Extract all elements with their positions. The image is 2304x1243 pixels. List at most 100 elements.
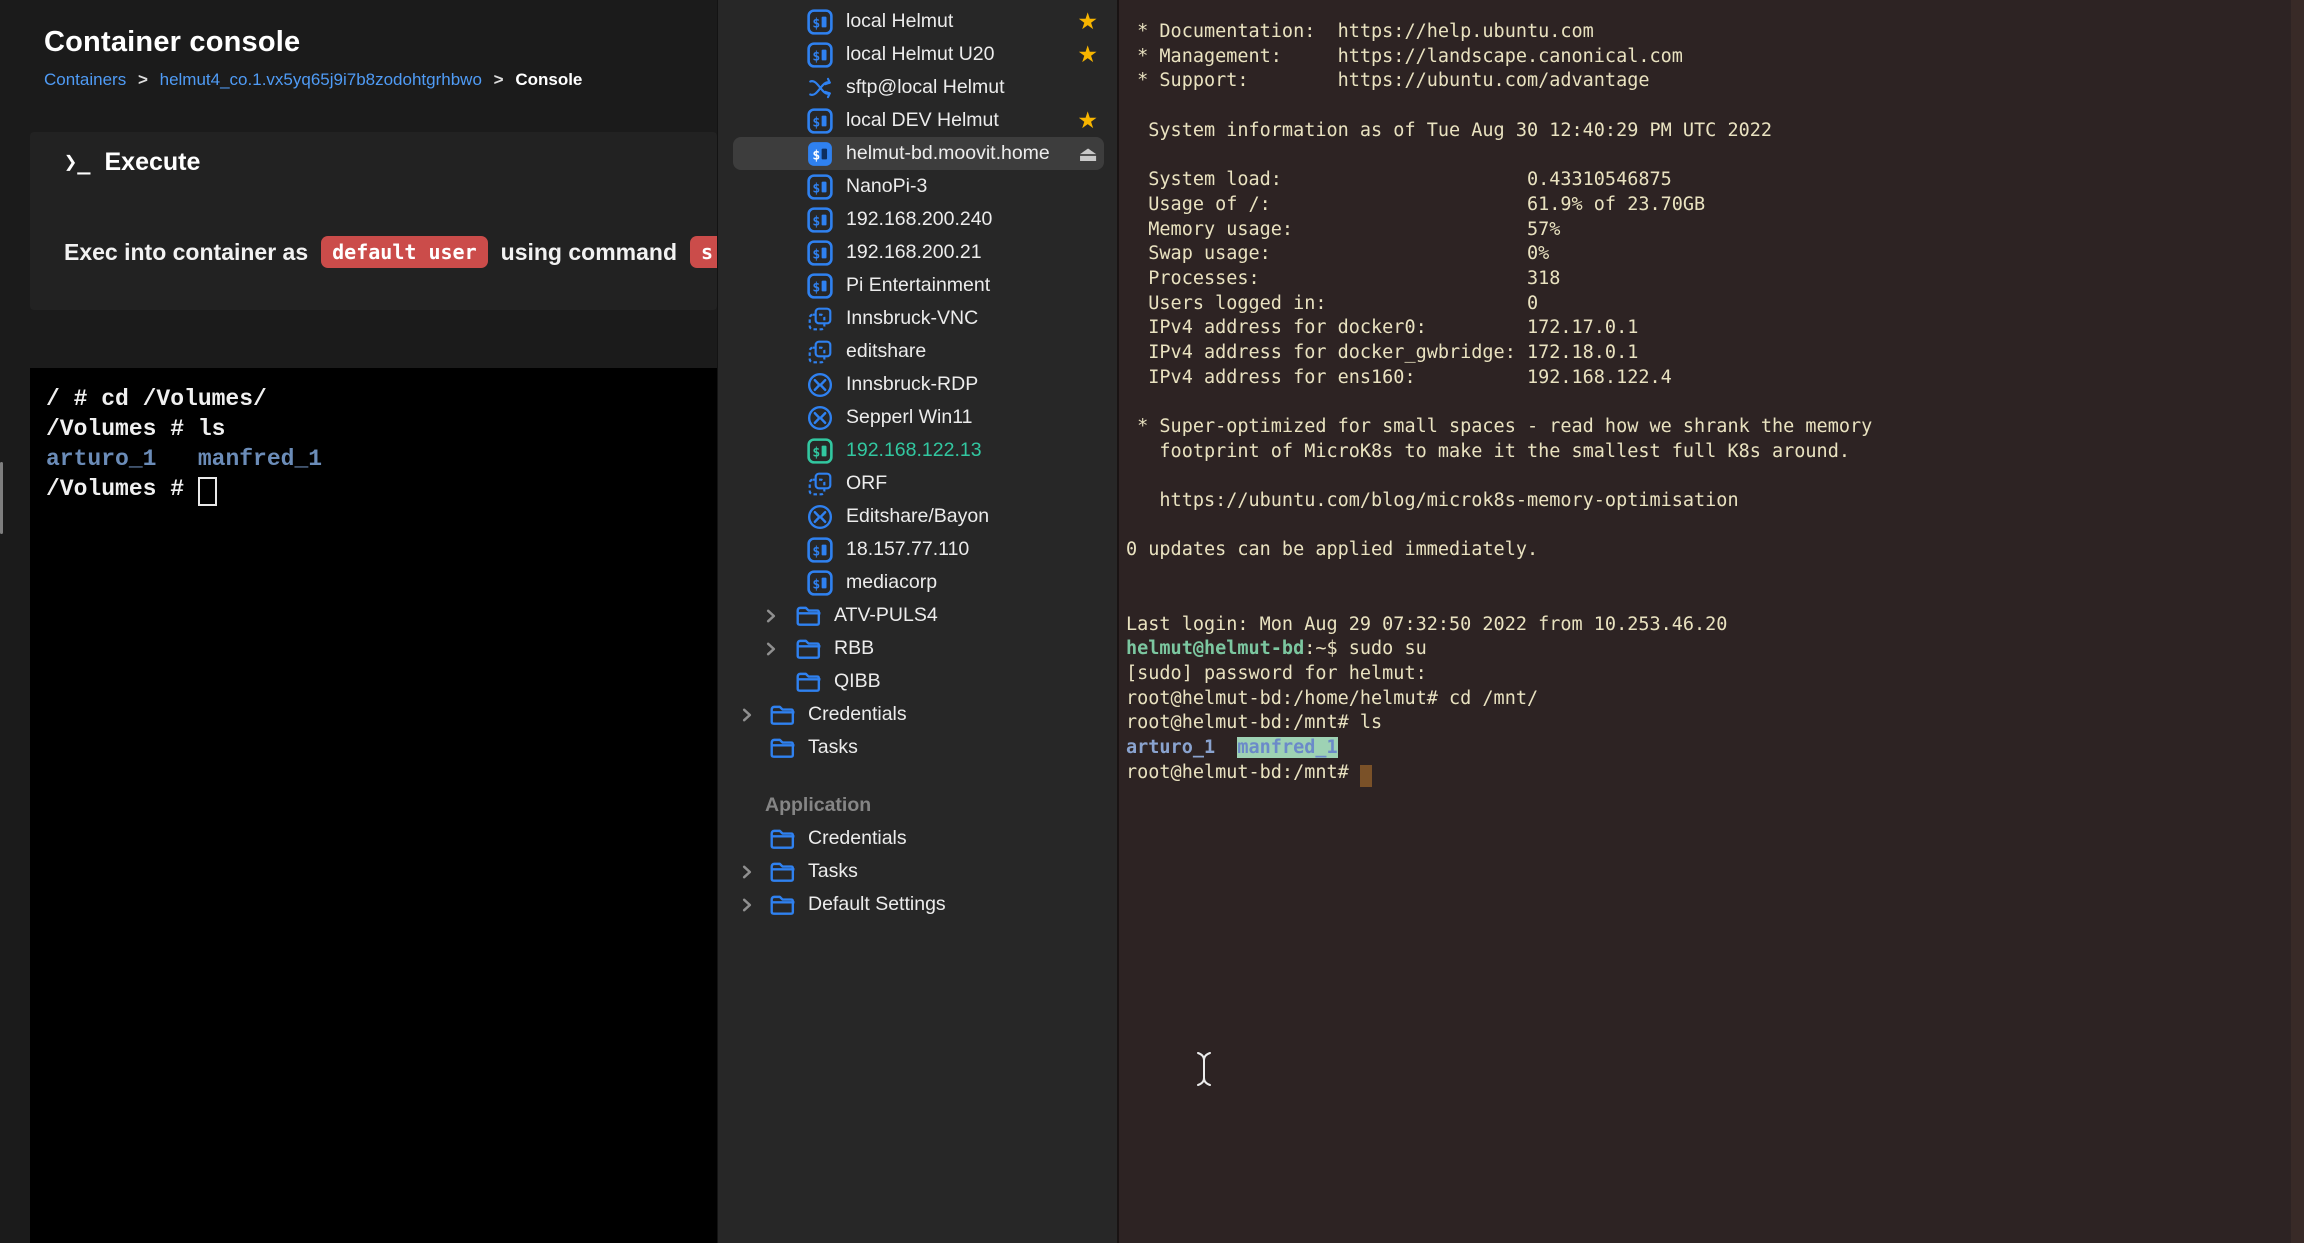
connection-row[interactable]: Innsbruck-RDP <box>717 368 1117 401</box>
terminal-line: root@helmut-bd:/home/helmut# cd /mnt/ <box>1126 687 2288 712</box>
terminal-line: arturo_1 manfred_1 <box>1126 736 2288 761</box>
chevron-right-icon[interactable] <box>741 865 755 879</box>
folder-icon <box>795 669 821 695</box>
breadcrumb-containers-link[interactable]: Containers <box>44 70 126 89</box>
connection-row[interactable]: $mediacorp <box>717 566 1117 599</box>
row-label: Tasks <box>808 860 858 883</box>
row-trailing: ★ <box>1077 104 1098 137</box>
svg-text:$: $ <box>812 577 820 592</box>
terminal-line: 0 updates can be applied immediately. <box>1126 538 2288 563</box>
connection-row[interactable]: $ local Helmut U20 ★ <box>717 38 1117 71</box>
vnc-icon <box>807 306 833 332</box>
folder-row[interactable]: Credentials <box>717 698 1117 731</box>
terminal-line: / # cd /Volumes/ <box>46 384 717 414</box>
connections-list: $local Helmut★$local Helmut U20★sftp@loc… <box>717 5 1117 921</box>
terminal-icon: $ <box>807 570 833 596</box>
folder-icon <box>769 859 795 885</box>
connection-row[interactable]: Innsbruck-VNC <box>717 302 1117 335</box>
folder-row[interactable]: Tasks <box>717 855 1117 888</box>
connection-row[interactable]: ORF <box>717 467 1117 500</box>
terminal-line <box>1126 588 2288 613</box>
row-label: helmut-bd.moovit.home <box>846 142 1050 165</box>
favorite-star-icon[interactable]: ★ <box>1077 9 1098 35</box>
terminal-line: footprint of MicroK8s to make it the sma… <box>1126 440 2288 465</box>
row-label: local DEV Helmut <box>846 109 999 132</box>
exec-user-badge[interactable]: default user <box>321 236 488 268</box>
execute-card: ❯_ Execute Exec into container as defaul… <box>30 132 717 310</box>
chevron-right-icon[interactable] <box>765 609 779 623</box>
row-label: 18.157.77.110 <box>846 538 969 561</box>
terminal-line: root@helmut-bd:/mnt# ls <box>1126 711 2288 736</box>
row-label: Sepperl Win11 <box>846 406 972 429</box>
connection-row[interactable]: Editshare/Bayon <box>717 500 1117 533</box>
terminal-line: https://ubuntu.com/blog/microk8s-memory-… <box>1126 489 2288 514</box>
folder-icon <box>769 735 795 761</box>
page-title: Container console <box>44 26 300 59</box>
connection-row[interactable]: editshare <box>717 335 1117 368</box>
folder-row[interactable]: QIBB <box>717 665 1117 698</box>
terminal-prompt-icon: ❯_ <box>64 150 91 175</box>
terminal-line: [sudo] password for helmut: <box>1126 662 2288 687</box>
terminal-icon: $ <box>807 141 833 167</box>
svg-text:$: $ <box>812 16 820 31</box>
connection-row[interactable]: $ helmut-bd.moovit.home ⏏ <box>717 137 1117 170</box>
folder-row[interactable]: Credentials <box>717 822 1117 855</box>
chevron-right-icon[interactable] <box>741 708 755 722</box>
terminal-line: /Volumes # ls <box>46 414 717 444</box>
eject-icon[interactable]: ⏏ <box>1078 142 1098 166</box>
folder-row[interactable]: ATV-PULS4 <box>717 599 1117 632</box>
breadcrumb-current: Console <box>515 70 582 89</box>
breadcrumb-container-id-link[interactable]: helmut4_co.1.vx5yq65j9i7b8zodohtgrhbwo <box>160 70 482 89</box>
favorite-star-icon[interactable]: ★ <box>1077 42 1098 68</box>
breadcrumb-separator: > <box>138 70 148 89</box>
container-shell-terminal[interactable]: / # cd /Volumes//Volumes # lsarturo_1 ma… <box>30 368 717 1243</box>
connection-row[interactable]: $NanoPi-3 <box>717 170 1117 203</box>
exec-command-badge[interactable]: s <box>690 236 717 268</box>
terminal-scrollbar-track[interactable] <box>2291 0 2304 1243</box>
terminal-line: * Super-optimized for small spaces - rea… <box>1126 415 2288 440</box>
row-label: Innsbruck-VNC <box>846 307 978 330</box>
row-label: Default Settings <box>808 893 946 916</box>
connection-row[interactable]: $Pi Entertainment <box>717 269 1117 302</box>
screenshot-root: { "left_panel": { "title": "Container co… <box>0 0 2304 1243</box>
connection-row[interactable]: $18.157.77.110 <box>717 533 1117 566</box>
terminal-line: Swap usage: 0% <box>1126 242 2288 267</box>
ssh-terminal-window[interactable]: * Documentation: https://help.ubuntu.com… <box>1117 0 2304 1243</box>
execute-text-prefix: Exec into container as <box>64 239 308 266</box>
chevron-right-icon[interactable] <box>741 898 755 912</box>
execute-heading: Execute <box>105 148 201 177</box>
svg-text:$: $ <box>812 445 820 460</box>
folder-row[interactable]: Default Settings <box>717 888 1117 921</box>
left-scroll-indicator[interactable] <box>0 462 3 534</box>
svg-text:$: $ <box>812 115 820 130</box>
terminal-line: Processes: 318 <box>1126 267 2288 292</box>
terminal-line: IPv4 address for ens160: 192.168.122.4 <box>1126 366 2288 391</box>
folder-icon <box>769 702 795 728</box>
connection-row[interactable]: $192.168.122.13 <box>717 434 1117 467</box>
terminal-line: Last login: Mon Aug 29 07:32:50 2022 fro… <box>1126 613 2288 638</box>
connection-row[interactable]: Sepperl Win11 <box>717 401 1117 434</box>
terminal-line: arturo_1 manfred_1 <box>46 444 717 474</box>
connection-row[interactable]: $192.168.200.240 <box>717 203 1117 236</box>
terminal-line: helmut@helmut-bd:~$ sudo su <box>1126 637 2288 662</box>
terminal-icon: $ <box>807 42 833 68</box>
terminal-icon: $ <box>807 9 833 35</box>
vnc-icon <box>807 339 833 365</box>
terminal-line <box>1126 464 2288 489</box>
terminal-line <box>1126 390 2288 415</box>
terminal-line: System load: 0.43310546875 <box>1126 168 2288 193</box>
connection-row[interactable]: $local Helmut★ <box>717 5 1117 38</box>
connection-row[interactable]: sftp@local Helmut <box>717 71 1117 104</box>
folder-row[interactable]: Tasks <box>717 731 1117 764</box>
connection-row[interactable]: $192.168.200.21 <box>717 236 1117 269</box>
folder-row[interactable]: RBB <box>717 632 1117 665</box>
terminal-icon: $ <box>807 240 833 266</box>
terminal-line: /Volumes # <box>46 474 717 504</box>
rdp-icon <box>807 504 833 530</box>
row-label: local Helmut U20 <box>846 43 994 66</box>
favorite-star-icon[interactable]: ★ <box>1077 108 1098 134</box>
row-label: Credentials <box>808 827 907 850</box>
chevron-right-icon[interactable] <box>765 642 779 656</box>
connection-row[interactable]: $ local DEV Helmut ★ <box>717 104 1117 137</box>
terminal-line <box>1126 94 2288 119</box>
